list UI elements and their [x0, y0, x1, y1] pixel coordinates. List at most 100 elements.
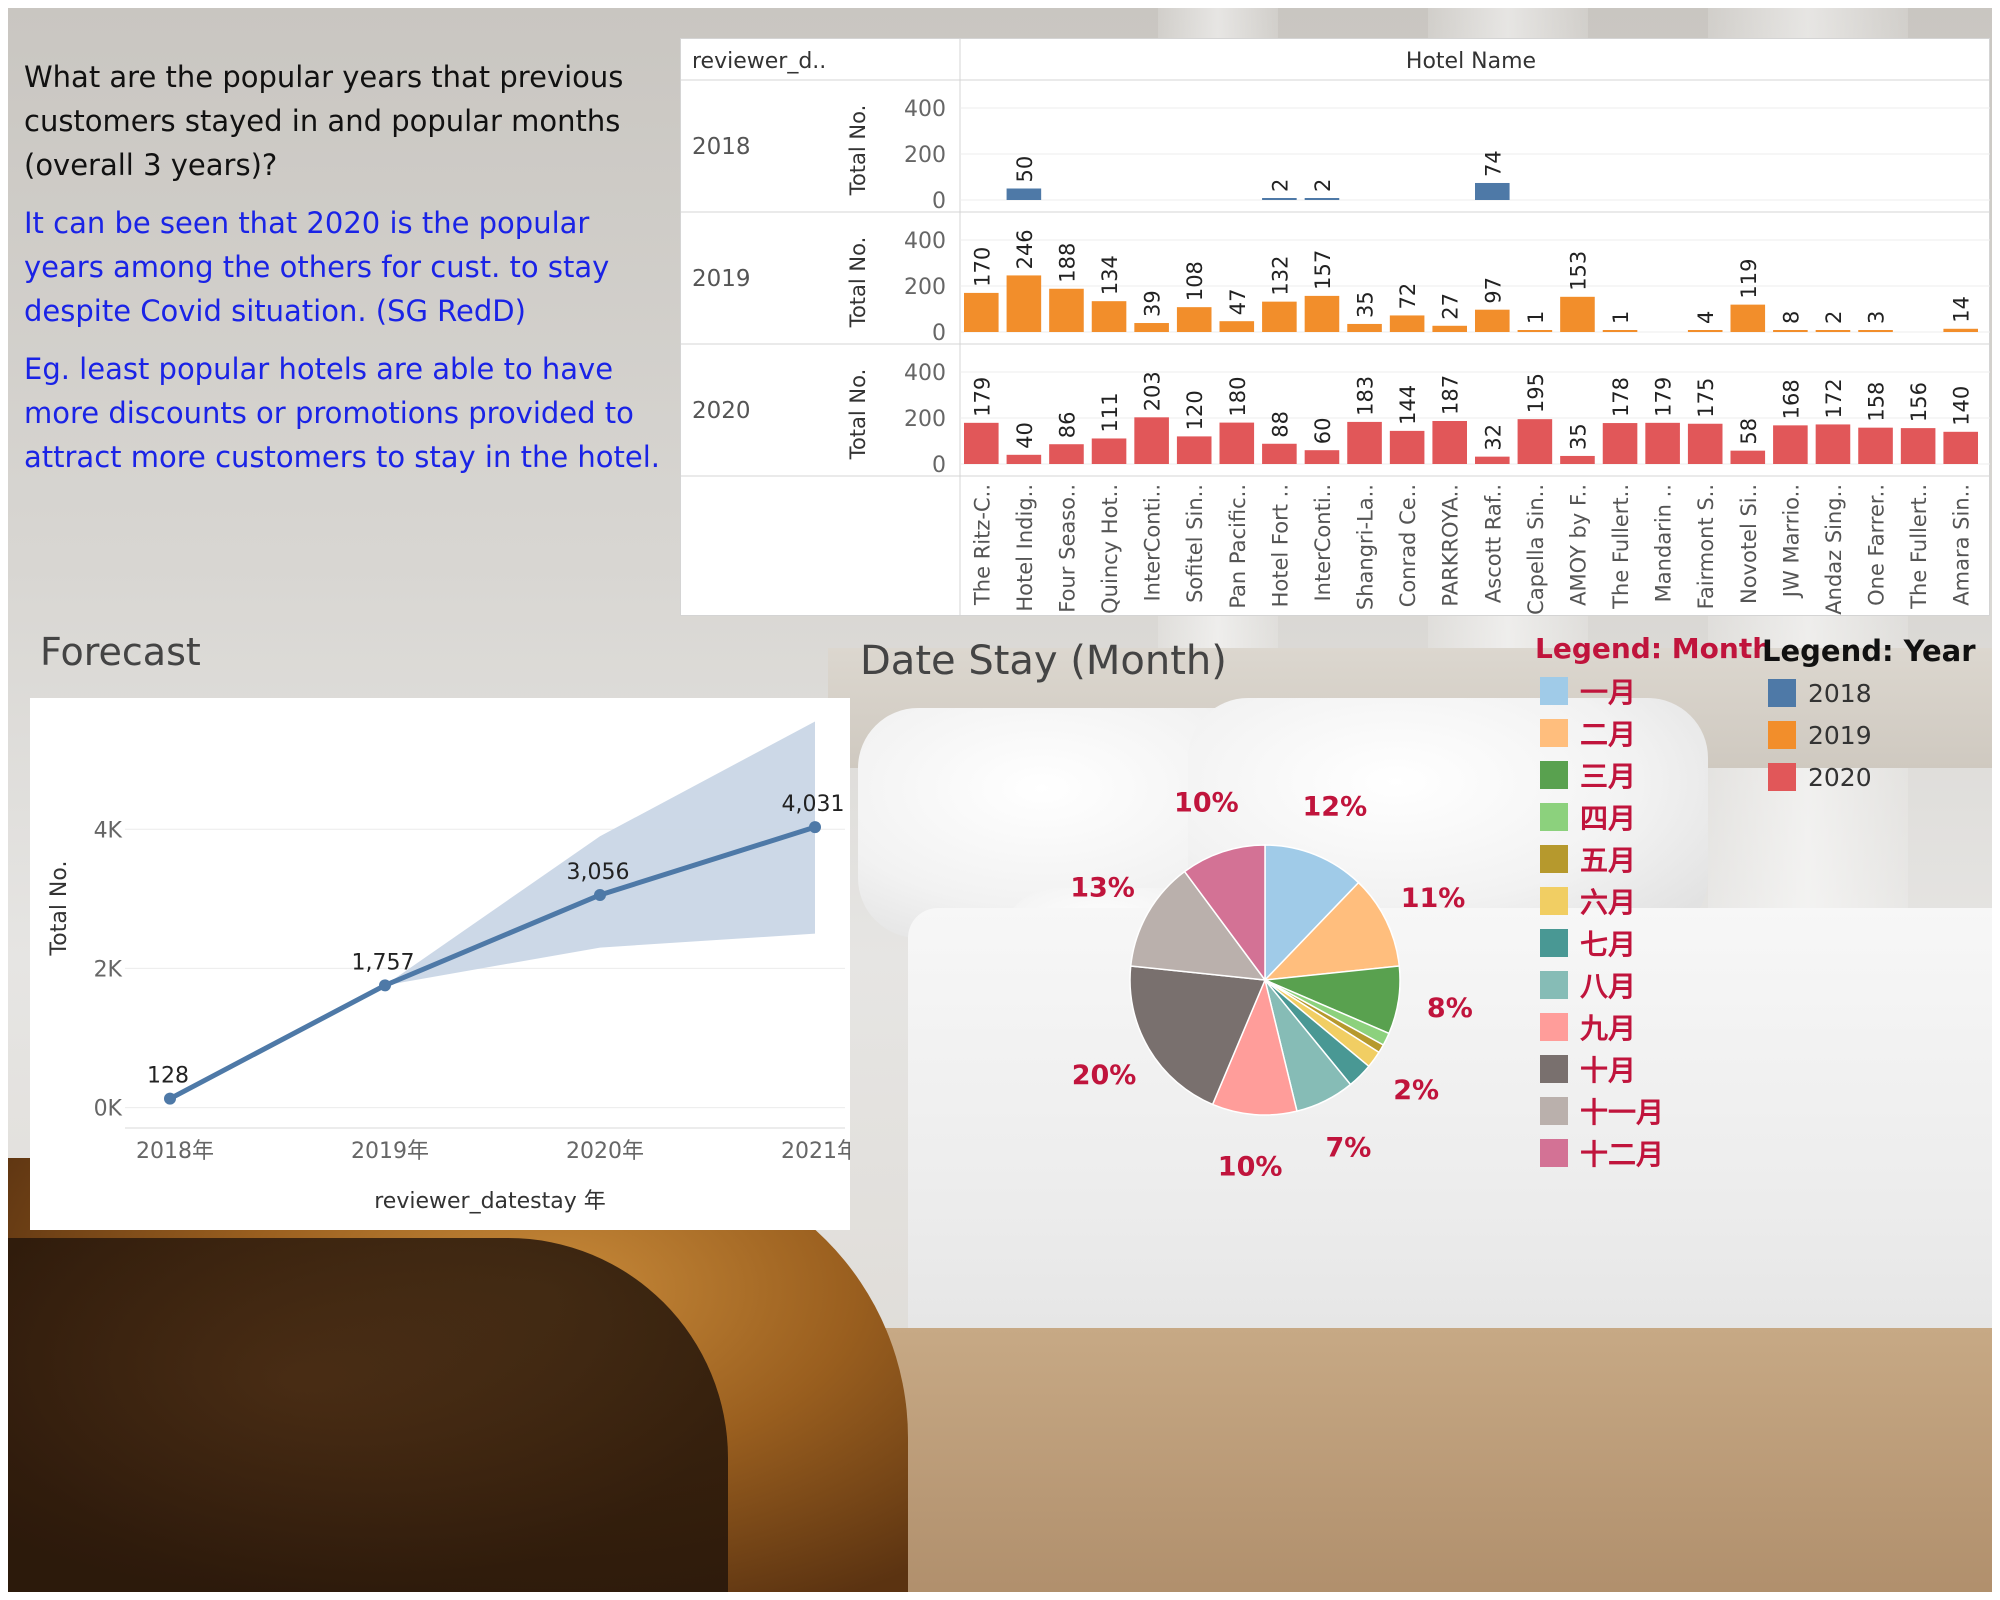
y-tick-label: 0 [932, 189, 946, 214]
category-label: AMOY by F.. [1566, 484, 1590, 606]
bar-value-label: 74 [1481, 150, 1505, 177]
legend-month-swatch [1540, 845, 1568, 873]
bar-2020 [1773, 425, 1808, 464]
legend-month-item: 八月 [1540, 964, 1664, 1006]
legend-month-swatch [1540, 1013, 1568, 1041]
bar-value-label: 4 [1694, 311, 1718, 324]
bar-2019 [1049, 288, 1084, 332]
bar-value-label: 183 [1354, 376, 1378, 416]
bar-value-label: 132 [1268, 256, 1292, 296]
pie-title: Date Stay (Month) [860, 638, 1227, 684]
legend-month-swatch [1540, 1055, 1568, 1083]
forecast-point [594, 888, 606, 901]
bar-value-label: 158 [1865, 382, 1889, 422]
category-label: Ascott Raf.. [1481, 484, 1505, 603]
category-label: Hotel Indig.. [1013, 484, 1037, 612]
row-header-label: reviewer_d.. [692, 49, 826, 74]
bar-2018 [1006, 188, 1042, 200]
bar-2019 [1006, 275, 1042, 332]
bar-value-label: 188 [1055, 243, 1079, 283]
bar-value-label: 40 [1013, 422, 1037, 449]
legend-month-swatch [1540, 887, 1568, 915]
y-axis-title: Total No. [846, 237, 870, 329]
bar-value-label: 246 [1013, 229, 1037, 269]
bar-2020 [1900, 428, 1936, 464]
legend-month-item: 九月 [1540, 1006, 1664, 1048]
bar-value-label: 1 [1524, 311, 1548, 324]
forecast-value-label: 1,757 [352, 950, 415, 975]
legend-month-label: 三月 [1580, 760, 1637, 793]
category-label: The Fullert.. [1609, 484, 1633, 610]
bar-2019 [1176, 307, 1212, 332]
bar-2019 [1517, 330, 1553, 332]
legend-month-label: 二月 [1580, 718, 1637, 751]
bar-value-label: 97 [1481, 277, 1505, 304]
category-label: InterConti.. [1311, 484, 1335, 602]
bar-value-label: 156 [1907, 382, 1931, 422]
bar-2019 [1602, 330, 1638, 332]
legend-month-item: 十一月 [1540, 1090, 1664, 1132]
forecast-title: Forecast [40, 630, 201, 674]
bar-value-label: 8 [1779, 311, 1803, 324]
bar-2020 [1262, 443, 1297, 464]
pie-percent-label: 12% [1303, 792, 1368, 823]
bar-value-label: 88 [1268, 411, 1292, 438]
bar-2020 [1389, 430, 1425, 464]
bar-value-label: 134 [1098, 255, 1122, 295]
bar-value-label: 153 [1566, 251, 1590, 291]
legend-month-label: 十一月 [1580, 1096, 1665, 1129]
year-row-label: 2019 [692, 266, 751, 292]
bar-2019 [1943, 328, 1978, 332]
legend-month-label: 五月 [1580, 844, 1637, 877]
legend-month-label: 六月 [1580, 886, 1637, 919]
bar-value-label: 32 [1481, 424, 1505, 451]
bar-2020 [1730, 450, 1766, 464]
bar-2019 [1475, 309, 1510, 332]
bar-2020 [1432, 420, 1467, 464]
bar-value-label: 35 [1354, 291, 1378, 318]
bar-2020 [1304, 450, 1340, 464]
bar-value-label: 168 [1779, 379, 1803, 419]
pie-percent-label: 20% [1072, 1060, 1137, 1091]
y-tick-label: 2K [94, 957, 123, 982]
bar-2019 [1773, 330, 1808, 332]
category-label: Capella Sin.. [1524, 484, 1548, 615]
category-label: The Ritz-C.. [970, 484, 994, 606]
bar-2019 [1219, 321, 1255, 332]
leather-chair-shadow [8, 1238, 728, 1592]
x-tick-label: 2018年 [136, 1139, 214, 1164]
bar-2019 [1815, 330, 1851, 332]
forecast-point [164, 1092, 176, 1105]
bar-2020 [1560, 455, 1595, 464]
bar-2020 [1475, 456, 1510, 464]
bar-value-label: 35 [1566, 423, 1590, 450]
legend-month-swatch [1540, 719, 1568, 747]
pie-percent-label: 2% [1393, 1075, 1439, 1106]
legend-year-label: 2020 [1808, 762, 1872, 792]
y-tick-label: 0K [94, 1097, 123, 1122]
category-label: Amara Sin.. [1950, 484, 1974, 606]
forecast-point [809, 821, 821, 834]
forecast-point [379, 979, 391, 992]
y-tick-label: 200 [904, 275, 946, 300]
y-tick-label: 200 [904, 143, 946, 168]
category-label: Novotel Si.. [1737, 484, 1761, 604]
bar-2020 [1176, 436, 1212, 464]
legend-month-swatch [1540, 929, 1568, 957]
bar-value-label: 39 [1141, 290, 1165, 317]
month-pie-chart: 12% 11% 8% 2% 7% 10% 20% 13% 10% [1070, 787, 1473, 1180]
bar-2019 [1304, 295, 1340, 332]
pie-percent-label: 10% [1218, 1151, 1283, 1180]
bar-2019 [1134, 323, 1169, 332]
bar-value-label: 86 [1055, 411, 1079, 438]
bar-value-label: 144 [1396, 385, 1420, 425]
category-label: Fairmont S.. [1694, 484, 1718, 609]
y-tick-label: 400 [904, 229, 946, 254]
legend-month-item: 四月 [1540, 796, 1664, 838]
bar-2020 [1134, 417, 1169, 464]
legend-year-item: 2018 [1768, 672, 1872, 714]
forecast-chart-svg: 0K 2K 4K 128 1,757 3,056 4,031 2018年 2019年 2020年 2… [47, 721, 859, 1214]
category-label: Conrad Ce.. [1396, 484, 1420, 607]
year-row-label: 2018 [692, 134, 751, 160]
bar-value-label: 1 [1609, 311, 1633, 324]
